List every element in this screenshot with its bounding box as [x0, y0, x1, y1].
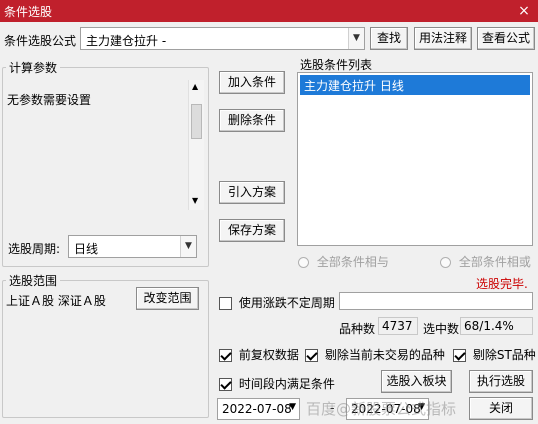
- delete-condition-button[interactable]: 删除条件: [219, 109, 285, 132]
- radio-or[interactable]: 全部条件相或: [440, 253, 531, 270]
- list-item[interactable]: 主力建仓拉升 日线: [300, 75, 530, 95]
- exclude-untraded-checkbox[interactable]: [305, 349, 318, 362]
- chevron-down-icon[interactable]: ▼: [289, 402, 296, 412]
- limit-period-checkbox[interactable]: [219, 297, 232, 310]
- status-text: 选股完毕.: [476, 277, 528, 291]
- window-title: 条件选股: [4, 5, 53, 19]
- exclude-st-option[interactable]: 剔除ST品种: [453, 346, 536, 363]
- radio-or-label: 全部条件相或: [458, 255, 531, 269]
- params-legend: 计算参数: [6, 59, 61, 76]
- radio-or-indicator[interactable]: [440, 257, 451, 268]
- formula-value: 主力建仓拉升 -: [86, 34, 167, 48]
- chevron-down-icon[interactable]: ▼: [192, 196, 198, 205]
- radio-and-label: 全部条件相与: [316, 255, 389, 269]
- select-to-block-button[interactable]: 选股入板块: [381, 370, 452, 393]
- date-from-field[interactable]: 2022-07-08 ▼: [217, 398, 300, 420]
- selected-label: 选中数: [423, 322, 460, 336]
- close-button[interactable]: 关闭: [469, 397, 533, 420]
- add-condition-button[interactable]: 加入条件: [219, 71, 285, 94]
- limit-period-label: 使用涨跌不定周期: [238, 296, 335, 310]
- exclude-st-checkbox[interactable]: [453, 349, 466, 362]
- chevron-down-icon[interactable]: ▼: [348, 28, 364, 49]
- period-dropdown[interactable]: 日线 ▼: [68, 235, 197, 258]
- time-range-label: 时间段内满足条件: [238, 377, 335, 391]
- formula-dropdown[interactable]: 主力建仓拉升 - ▼: [80, 27, 365, 50]
- scope-legend: 选股范围: [6, 272, 61, 289]
- period-label: 选股周期:: [8, 242, 61, 256]
- exclude-st-label: 剔除ST品种: [472, 348, 536, 362]
- params-message: 无参数需要设置: [7, 93, 92, 107]
- chevron-up-icon[interactable]: ▲: [192, 82, 198, 91]
- find-button[interactable]: 查找: [370, 27, 408, 50]
- time-range-option[interactable]: 时间段内满足条件: [219, 375, 335, 392]
- chevron-down-icon[interactable]: ▼: [180, 236, 196, 257]
- save-plan-button[interactable]: 保存方案: [219, 219, 285, 242]
- conditions-label: 选股条件列表: [300, 58, 373, 72]
- exclude-untraded-label: 剔除当前未交易的品种: [324, 348, 445, 362]
- radio-and-indicator[interactable]: [298, 257, 309, 268]
- scope-value: 上证Ａ股 深证Ａ股: [6, 294, 106, 308]
- pre-adjust-label: 前复权数据: [238, 348, 299, 362]
- title-bar: 条件选股 ×: [0, 0, 538, 22]
- scroll-thumb[interactable]: [191, 104, 202, 139]
- load-plan-button[interactable]: 引入方案: [219, 181, 285, 204]
- radio-and[interactable]: 全部条件相与: [298, 253, 389, 270]
- period-value: 日线: [74, 242, 99, 256]
- watermark-text: 百度@新股票公式指标: [306, 400, 457, 418]
- conditions-list[interactable]: 主力建仓拉升 日线: [297, 72, 533, 246]
- execute-button[interactable]: 执行选股: [469, 370, 533, 393]
- time-range-checkbox[interactable]: [219, 378, 232, 391]
- view-formula-button[interactable]: 查看公式: [477, 27, 535, 50]
- exclude-untraded-option[interactable]: 剔除当前未交易的品种: [305, 346, 445, 363]
- date-from-value: 2022-07-08: [222, 402, 292, 416]
- params-scrollbar[interactable]: ▲ ▼: [188, 80, 204, 210]
- formula-label: 条件选股公式: [4, 34, 77, 48]
- selected-value: 68/1.4%: [460, 317, 533, 335]
- count-label: 品种数: [339, 322, 376, 336]
- count-value: 4737: [378, 317, 418, 335]
- pre-adjust-checkbox[interactable]: [219, 349, 232, 362]
- change-scope-button[interactable]: 改变范围: [136, 287, 199, 310]
- limit-period-field[interactable]: [339, 292, 533, 310]
- usage-button[interactable]: 用法注释: [414, 27, 472, 50]
- limit-period-option[interactable]: 使用涨跌不定周期: [219, 294, 335, 311]
- pre-adjust-option[interactable]: 前复权数据: [219, 346, 299, 363]
- close-icon[interactable]: ×: [514, 2, 534, 20]
